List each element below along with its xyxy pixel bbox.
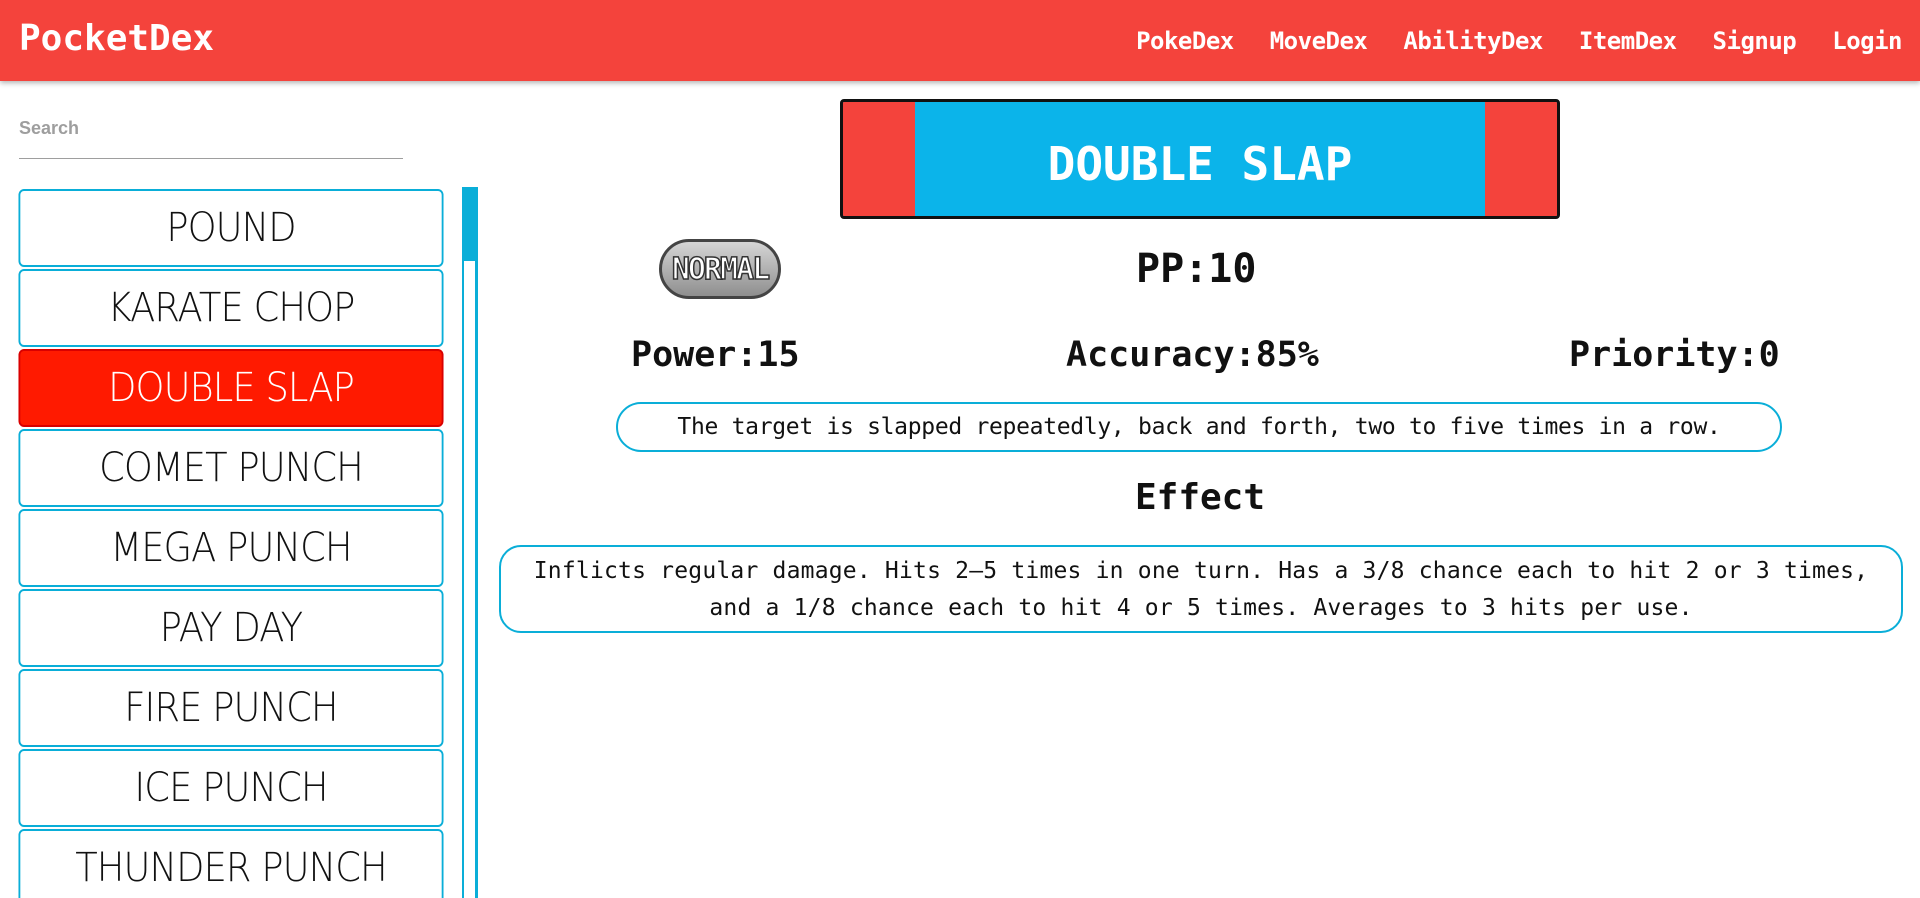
nav-link-pokedex[interactable]: PokeDex (1118, 27, 1252, 55)
nav-link-signup[interactable]: Signup (1695, 27, 1815, 55)
effect-heading: Effect (1134, 477, 1266, 518)
move-list-item-karate-chop[interactable]: KARATE CHOP (18, 269, 444, 347)
move-list-item-pay-day[interactable]: PAY DAY (18, 589, 444, 667)
scrollbar-thumb[interactable] (464, 187, 475, 261)
nav-links: PokeDex MoveDex AbilityDex ItemDex Signu… (1118, 0, 1920, 81)
move-list-item-thunder-punch[interactable]: THUNDER PUNCH (18, 829, 444, 898)
move-list-scrollbar[interactable] (462, 187, 478, 898)
move-list-item-fire-punch[interactable]: FIRE PUNCH (18, 669, 444, 747)
move-accuracy: Accuracy:85% (1066, 335, 1319, 375)
search-field (19, 108, 403, 159)
move-title-banner: DOUBLE SLAP (840, 99, 1560, 219)
nav-link-movedex[interactable]: MoveDex (1252, 27, 1386, 55)
nav-link-abilitydex[interactable]: AbilityDex (1385, 27, 1561, 55)
type-badge-label: NORMAL (671, 251, 771, 288)
type-badge: NORMAL (659, 239, 781, 299)
move-list-item-pound[interactable]: POUND (18, 189, 444, 267)
move-list: POUND KARATE CHOP DOUBLE SLAP COMET PUNC… (0, 187, 478, 898)
brand-logo[interactable]: PocketDex (19, 18, 214, 59)
nav-link-login[interactable]: Login (1814, 27, 1920, 55)
navbar: PocketDex PokeDex MoveDex AbilityDex Ite… (0, 0, 1920, 81)
move-description: The target is slapped repeatedly, back a… (616, 402, 1782, 452)
move-priority: Priority:0 (1569, 335, 1780, 375)
move-list-item-mega-punch[interactable]: MEGA PUNCH (18, 509, 444, 587)
move-list-item-ice-punch[interactable]: ICE PUNCH (18, 749, 444, 827)
move-list-item-double-slap[interactable]: DOUBLE SLAP (18, 349, 444, 427)
nav-link-itemdex[interactable]: ItemDex (1561, 27, 1695, 55)
move-effect: Inflicts regular damage. Hits 2–5 times … (499, 545, 1903, 633)
move-title: DOUBLE SLAP (1047, 137, 1353, 191)
move-power: Power:15 (631, 335, 800, 375)
search-input[interactable] (19, 108, 403, 148)
move-pp: PP:10 (1136, 246, 1257, 292)
